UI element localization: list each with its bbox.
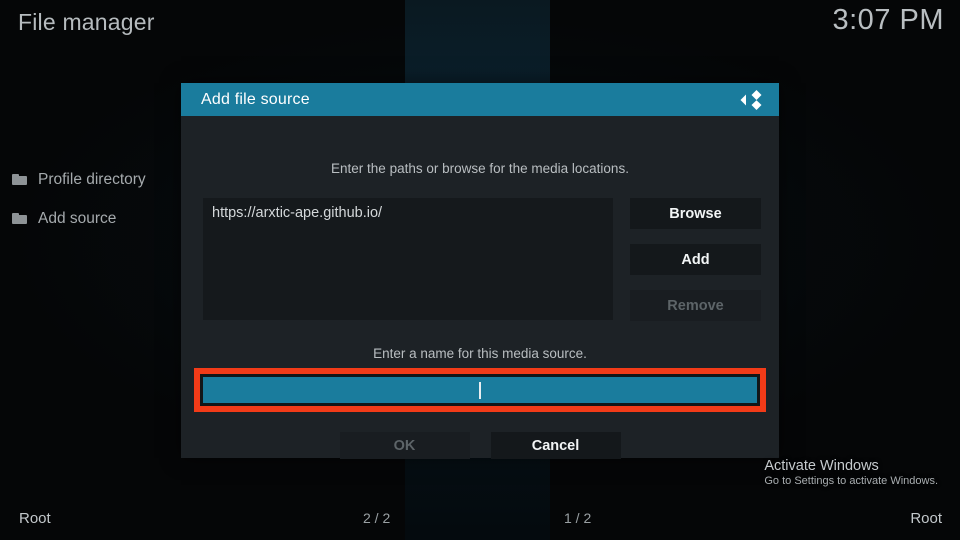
dialog-footer-buttons: OK Cancel	[181, 432, 779, 459]
add-button[interactable]: Add	[630, 244, 761, 275]
right-item-count: 1 / 2	[564, 510, 592, 526]
left-item-count: 2 / 2	[363, 510, 391, 526]
dialog-title: Add file source	[201, 90, 310, 108]
list-item[interactable]: Profile directory	[0, 160, 181, 199]
browse-button[interactable]: Browse	[630, 198, 761, 229]
add-file-source-dialog: Add file source Enter the paths or brows…	[181, 83, 779, 459]
name-field-highlight-annotation	[194, 368, 766, 412]
watermark-title: Activate Windows	[764, 458, 879, 474]
name-hint-label: Enter a name for this media source.	[373, 346, 587, 361]
clock: 3:07 PM	[832, 4, 944, 36]
watermark-subtitle: Go to Settings to activate Windows.	[764, 475, 938, 487]
paths-listbox[interactable]: https://arxtic-ape.github.io/	[203, 198, 613, 320]
text-caret	[479, 381, 481, 399]
list-item[interactable]: Add source	[0, 199, 181, 238]
kodi-file-manager-screen: File manager 3:07 PM Profile directory A…	[0, 0, 960, 540]
statusbar-right-panel: 1 / 2 Root	[480, 496, 960, 540]
page-title: File manager	[18, 9, 155, 35]
source-action-buttons: Browse Add Remove	[630, 198, 761, 321]
dialog-body: Enter the paths or browse for the media …	[181, 116, 779, 459]
list-item-label: Add source	[38, 209, 117, 227]
statusbar-left-panel: Root 2 / 2	[0, 496, 480, 540]
path-list-item[interactable]: https://arxtic-ape.github.io/	[203, 198, 613, 221]
cancel-button[interactable]: Cancel	[490, 432, 621, 459]
statusbar: Root 2 / 2 1 / 2 Root	[0, 496, 960, 540]
left-path-label: Root	[19, 509, 51, 527]
windows-activation-watermark: Activate Windows Go to Settings to activ…	[764, 458, 938, 487]
kodi-logo-icon	[737, 86, 767, 114]
folder-icon	[12, 174, 27, 185]
source-name-input[interactable]	[200, 374, 760, 406]
file-list-left-panel: Profile directory Add source	[0, 160, 181, 238]
ok-button: OK	[339, 432, 470, 459]
dialog-titlebar: Add file source	[181, 83, 779, 116]
list-item-label: Profile directory	[38, 170, 146, 188]
paths-hint-label: Enter the paths or browse for the media …	[331, 161, 629, 176]
right-path-label: Root	[910, 509, 942, 527]
remove-button: Remove	[630, 290, 761, 321]
folder-icon	[12, 213, 27, 224]
